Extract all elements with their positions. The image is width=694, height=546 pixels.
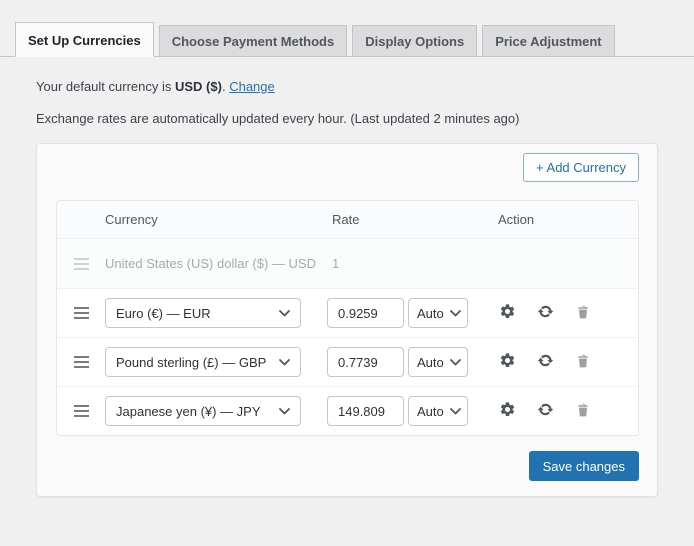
save-row: Save changes	[56, 451, 639, 481]
delete-currency-button[interactable]	[574, 304, 592, 322]
table-header-row: Currency Rate Action	[57, 201, 638, 238]
chevron-down-icon	[449, 407, 461, 415]
default-currency-line: Your default currency is USD ($). Change	[36, 79, 694, 94]
column-header-currency: Currency	[105, 212, 158, 227]
trash-icon	[575, 304, 591, 323]
add-currency-row: + Add Currency	[56, 153, 639, 182]
rate-mode-value: Auto	[417, 403, 444, 419]
chevron-down-icon	[449, 358, 461, 366]
gear-icon	[499, 401, 516, 421]
drag-handle-icon[interactable]	[74, 307, 89, 319]
intro-section: Your default currency is USD ($). Change…	[36, 79, 694, 126]
chevron-down-icon	[279, 309, 290, 317]
rate-mode-select[interactable]: Auto	[408, 298, 468, 328]
tab-choose-payment-methods[interactable]: Choose Payment Methods	[158, 25, 348, 56]
gear-icon	[499, 303, 516, 323]
drag-handle-icon	[74, 257, 89, 270]
change-currency-link[interactable]: Change	[229, 79, 275, 94]
table-row-default-usd: United States (US) dollar ($) — USD 1	[57, 238, 638, 288]
gear-icon	[499, 352, 516, 372]
currency-select-value: Japanese yen (¥) — JPY	[116, 403, 261, 419]
currencies-panel: + Add Currency Currency Rate Action Unit…	[36, 143, 658, 497]
refresh-icon	[537, 303, 554, 323]
refresh-icon	[537, 352, 554, 372]
column-header-action: Action	[498, 212, 535, 227]
currency-select[interactable]: Euro (€) — EUR	[105, 298, 301, 328]
tab-display-options[interactable]: Display Options	[352, 25, 478, 56]
update-rate-button[interactable]	[536, 353, 554, 371]
column-header-rate: Rate	[332, 212, 360, 227]
refresh-icon	[537, 401, 554, 421]
currency-select-value: Pound sterling (£) — GBP	[116, 354, 267, 370]
save-changes-button[interactable]: Save changes	[528, 451, 639, 481]
update-rate-button[interactable]	[536, 402, 554, 420]
currency-settings-button[interactable]	[498, 304, 516, 322]
drag-handle-icon[interactable]	[74, 405, 89, 417]
rate-input[interactable]	[327, 298, 404, 328]
currencies-table: Currency Rate Action United States (US) …	[56, 200, 639, 436]
tab-set-up-currencies[interactable]: Set Up Currencies	[15, 22, 154, 57]
table-row-eur: Euro (€) — EUR Auto	[57, 288, 638, 337]
rate-input[interactable]	[327, 396, 404, 426]
trash-icon	[575, 353, 591, 372]
trash-icon	[575, 402, 591, 421]
chevron-down-icon	[279, 407, 290, 415]
currency-select[interactable]: Pound sterling (£) — GBP	[105, 347, 301, 377]
currency-select-value: Euro (€) — EUR	[116, 305, 211, 321]
update-rate-button[interactable]	[536, 304, 554, 322]
chevron-down-icon	[279, 358, 290, 366]
delete-currency-button[interactable]	[574, 402, 592, 420]
add-currency-button[interactable]: + Add Currency	[523, 153, 639, 182]
currency-select[interactable]: Japanese yen (¥) — JPY	[105, 396, 301, 426]
exchange-rate-note: Exchange rates are automatically updated…	[36, 111, 520, 126]
delete-currency-button[interactable]	[574, 353, 592, 371]
default-currency-prefix: Your default currency is	[36, 79, 172, 94]
currency-settings-button[interactable]	[498, 353, 516, 371]
rate-mode-select[interactable]: Auto	[408, 396, 468, 426]
rate-mode-value: Auto	[417, 305, 444, 321]
currency-settings-button[interactable]	[498, 402, 516, 420]
table-row-jpy: Japanese yen (¥) — JPY Auto	[57, 386, 638, 435]
rate-mode-select[interactable]: Auto	[408, 347, 468, 377]
settings-tab-bar: Set Up Currencies Choose Payment Methods…	[0, 0, 694, 57]
rate-input[interactable]	[327, 347, 404, 377]
default-currency-suffix: .	[221, 79, 226, 94]
default-currency-rate: 1	[332, 256, 340, 271]
default-currency-value: USD ($)	[175, 79, 222, 94]
default-currency-name: United States (US) dollar ($) — USD	[105, 256, 316, 271]
table-row-gbp: Pound sterling (£) — GBP Auto	[57, 337, 638, 386]
rate-mode-value: Auto	[417, 354, 444, 370]
chevron-down-icon	[449, 309, 461, 317]
tab-price-adjustment[interactable]: Price Adjustment	[482, 25, 615, 56]
drag-handle-icon[interactable]	[74, 356, 89, 368]
